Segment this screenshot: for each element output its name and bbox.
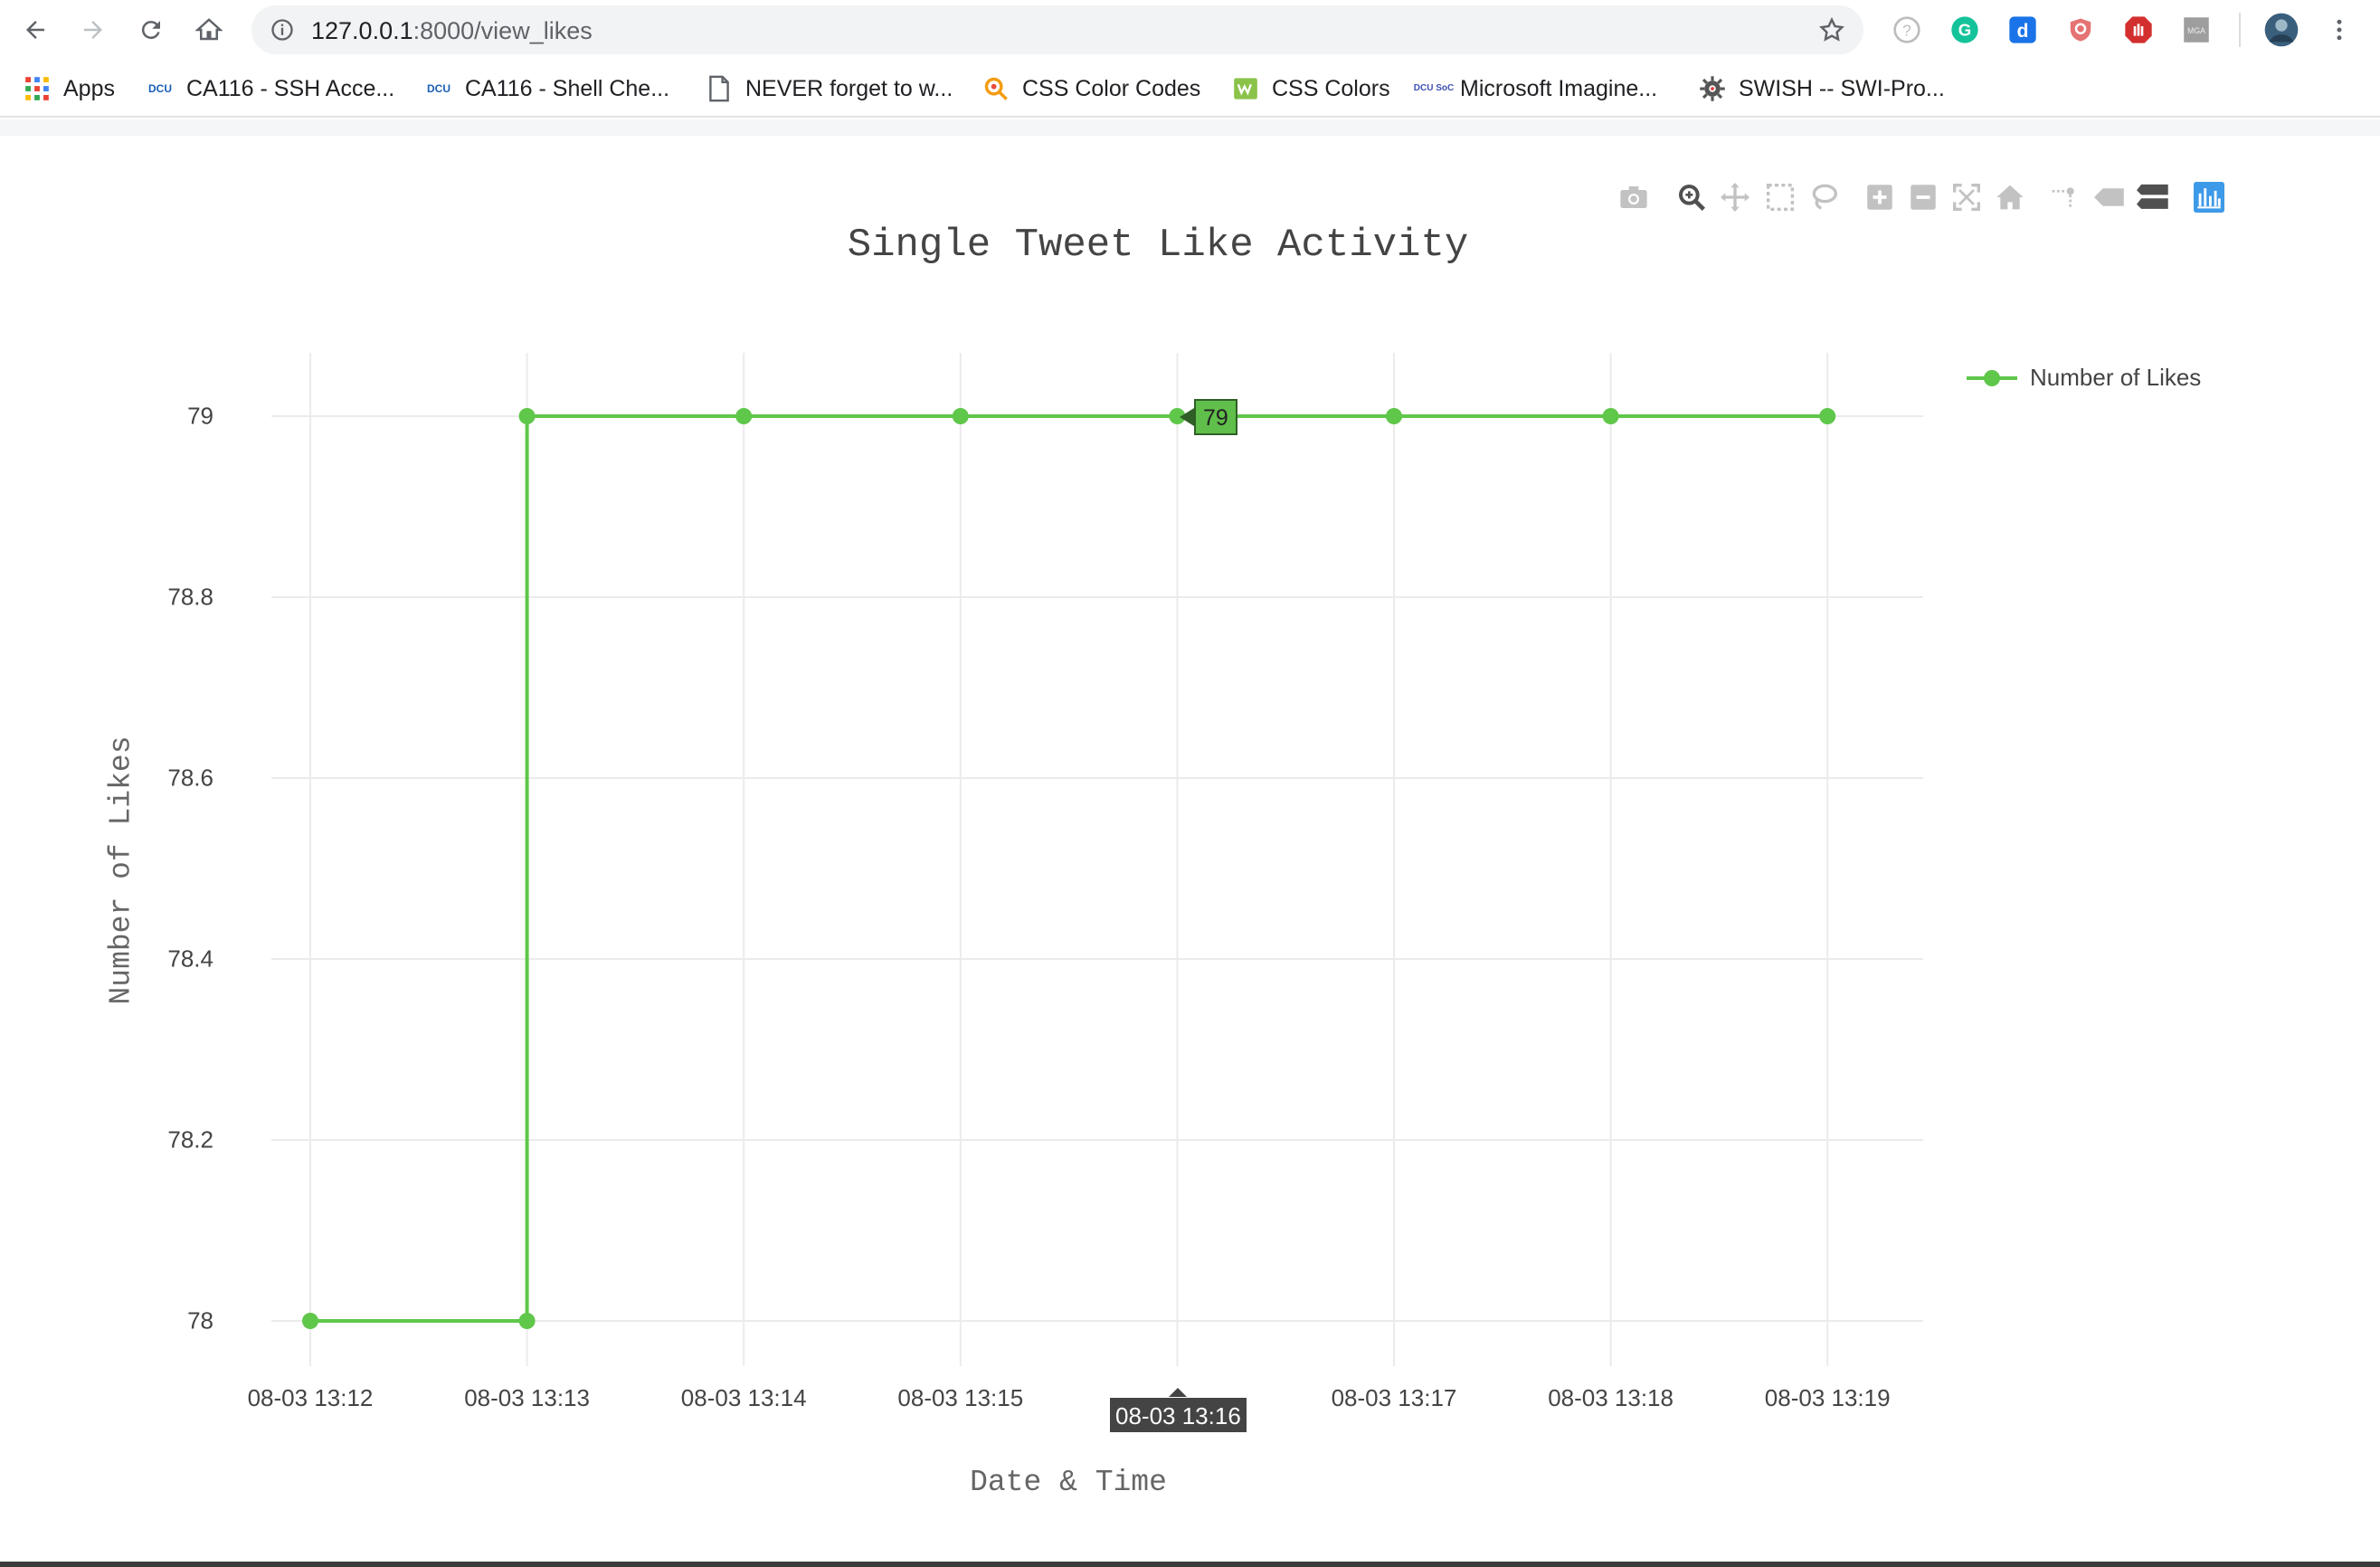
plotly-chart: Single Tweet Like Activity 78 78.2 78.4 78.… <box>0 136 2380 1562</box>
profile-avatar[interactable] <box>2261 10 2301 50</box>
home-button[interactable] <box>188 9 230 51</box>
svg-text:G: G <box>1958 21 1972 40</box>
y-tick-label: 79 <box>187 402 213 430</box>
d-extension-icon[interactable]: d <box>2005 12 2041 48</box>
autoscale-icon[interactable] <box>1949 179 1985 215</box>
info-icon <box>271 19 293 41</box>
color-codes-icon <box>982 75 1010 102</box>
reload-icon <box>141 21 160 40</box>
pan-icon[interactable] <box>1717 179 1753 215</box>
bookmark-css-color-codes[interactable]: CSS Color Codes <box>982 72 1200 105</box>
plotly-logo-icon[interactable] <box>2191 179 2227 215</box>
bookmarks-bar: Apps DCU CA116 - SSH Acce... DCU CA116 -… <box>0 60 2380 118</box>
reset-axes-icon[interactable] <box>1992 179 2028 215</box>
hover-x-label: 08-03 13:16 <box>1109 1397 1247 1433</box>
hover-x-pointer <box>1169 1388 1187 1397</box>
back-arrow-icon <box>26 21 44 39</box>
adblock-icon[interactable] <box>2120 12 2157 48</box>
x-tick-label: 08-03 13:12 <box>247 1384 374 1411</box>
hover-closest-icon[interactable] <box>2091 179 2128 215</box>
bookmark-apps[interactable]: Apps <box>24 72 115 105</box>
y-tick-label: 78.2 <box>167 1125 213 1154</box>
x-tick-label: 08-03 13:18 <box>1548 1384 1674 1411</box>
bookmark-swish[interactable]: SWISH -- SWI-Pro... <box>1699 72 1945 105</box>
bookmark-ca116-shell[interactable]: DCU CA116 - Shell Che... <box>425 72 669 105</box>
dcu-icon: DCU <box>148 82 172 95</box>
data-point[interactable] <box>1386 408 1402 424</box>
box-select-icon[interactable] <box>1762 179 1798 215</box>
zoom-out-icon[interactable] <box>1905 179 1941 215</box>
x-tick-label: 08-03 13:17 <box>1331 1384 1457 1411</box>
address-bar[interactable]: 127.0.0.1:8000/view_likes <box>251 5 1863 54</box>
legend-label: Number of Likes <box>2030 364 2202 391</box>
page-bottom-edge <box>0 1562 2380 1567</box>
svg-text:d: d <box>2016 20 2028 42</box>
help-extension-icon[interactable]: ? <box>1889 12 1925 48</box>
forward-arrow-icon <box>84 21 102 39</box>
x-tick-label: 08-03 13:14 <box>680 1384 807 1411</box>
legend-swatch <box>1967 369 2017 386</box>
svg-text:MGA: MGA <box>2187 26 2205 35</box>
lasso-select-icon[interactable] <box>1806 179 1842 215</box>
series-line <box>310 414 1828 1323</box>
zoom-icon[interactable] <box>1674 179 1710 215</box>
data-point[interactable] <box>952 408 969 424</box>
data-point[interactable] <box>518 408 536 424</box>
data-point[interactable] <box>518 1313 536 1329</box>
grammarly-icon[interactable]: G <box>1947 12 1983 48</box>
swish-gear-icon <box>1699 75 1726 102</box>
x-tick-label: 08-03 13:13 <box>464 1384 590 1411</box>
chart-svg <box>271 353 1923 1366</box>
data-point[interactable] <box>1602 408 1619 424</box>
camera-icon[interactable] <box>1616 179 1652 215</box>
y-tick-label: 78 <box>187 1306 213 1334</box>
data-point[interactable] <box>735 408 753 424</box>
shield-extension-icon[interactable] <box>2062 12 2099 48</box>
legend-item[interactable]: Number of Likes <box>1965 364 2201 392</box>
bookmark-css-colors[interactable]: CSS Colors <box>1232 72 1390 105</box>
hover-y-pointer <box>1180 408 1194 426</box>
hover-compare-icon[interactable] <box>2135 179 2171 215</box>
zoom-in-icon[interactable] <box>1862 179 1898 215</box>
browser-toolbar: 127.0.0.1:8000/view_likes ? G d MGA <box>0 0 2380 60</box>
page-top-strip <box>0 119 2380 136</box>
spike-lines-icon[interactable] <box>2046 179 2082 215</box>
apps-grid-icon <box>24 75 51 102</box>
x-tick-label: 08-03 13:15 <box>897 1384 1024 1411</box>
chart-modebar <box>1616 179 2231 215</box>
bookmark-ca116-ssh[interactable]: DCU CA116 - SSH Acce... <box>147 72 394 105</box>
data-point[interactable] <box>1819 408 1836 424</box>
back-button[interactable] <box>14 9 56 51</box>
home-icon <box>195 18 223 41</box>
document-icon <box>706 75 733 102</box>
toolbar-separator <box>2239 13 2241 47</box>
dcu-soc-icon: DCU SoC <box>1413 83 1455 93</box>
grey-extension-icon[interactable]: MGA <box>2178 12 2214 48</box>
forward-button[interactable] <box>72 9 114 51</box>
svg-text:?: ? <box>1902 22 1911 40</box>
bookmark-never-forget[interactable]: NEVER forget to w... <box>706 72 953 105</box>
hover-y-label: 79 <box>1194 399 1237 435</box>
y-axis-title: Number of Likes <box>104 736 138 1005</box>
reload-button[interactable] <box>130 9 172 51</box>
bookmark-star-icon[interactable] <box>1818 16 1845 43</box>
x-axis-title: Date & Time <box>970 1466 1167 1499</box>
y-tick-label: 78.8 <box>167 583 213 611</box>
chart-title: Single Tweet Like Activity <box>847 223 1469 268</box>
browser-menu-icon[interactable] <box>2321 12 2357 48</box>
dcu-icon: DCU <box>427 82 450 95</box>
url-text: 127.0.0.1:8000/view_likes <box>311 17 593 44</box>
x-tick-label: 08-03 13:19 <box>1764 1384 1891 1411</box>
css-colors-icon <box>1232 75 1259 102</box>
bookmark-microsoft-imagine[interactable]: DCU SoC Microsoft Imagine... <box>1413 72 1657 105</box>
data-point[interactable] <box>302 1313 318 1329</box>
